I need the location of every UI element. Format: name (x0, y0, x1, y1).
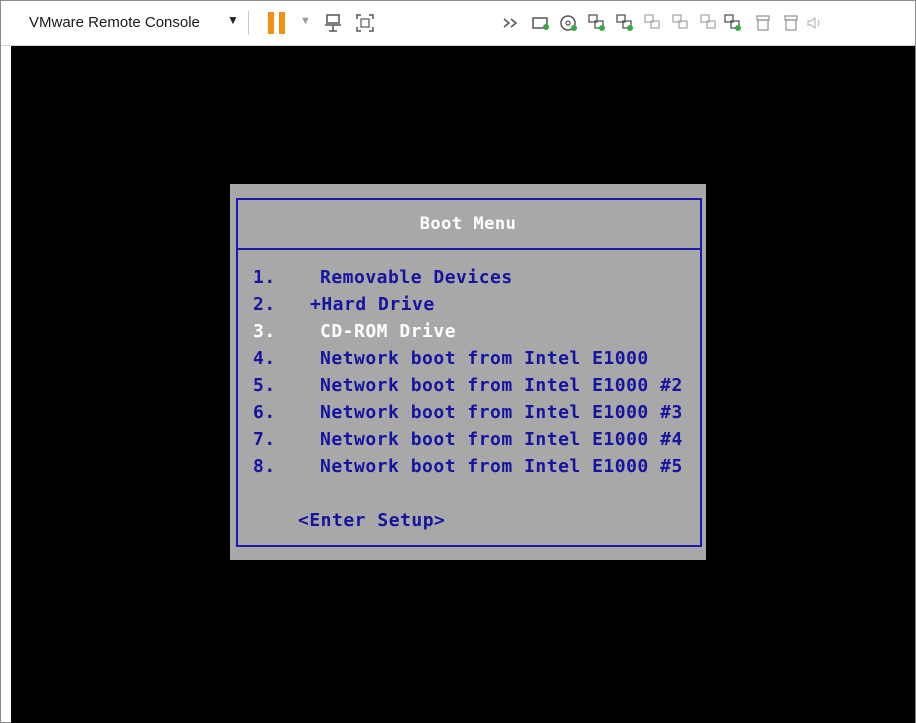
boot-menu-title: Boot Menu (419, 214, 517, 234)
usb-icon[interactable] (781, 13, 801, 33)
boot-menu-border (236, 198, 702, 547)
boot-item-removable-devices[interactable]: Removable Devices (320, 267, 513, 288)
boot-item-number: 2. (253, 294, 276, 315)
usb-icon[interactable] (753, 13, 773, 33)
boot-item-cd-rom-drive[interactable]: CD-ROM Drive (320, 321, 456, 342)
hard-disk-icon[interactable] (531, 13, 551, 33)
boot-item-number: 5. (253, 375, 276, 396)
boot-item-network-e1000-4[interactable]: Network boot from Intel E1000 #4 (320, 429, 683, 450)
toolbar: VMware Remote Console ▼ ▼ (1, 1, 915, 46)
boot-item-network-e1000-5[interactable]: Network boot from Intel E1000 #5 (320, 456, 683, 477)
network-adapter-icon[interactable] (723, 13, 743, 33)
boot-item-network-e1000[interactable]: Network boot from Intel E1000 (320, 348, 649, 369)
enter-setup-option[interactable]: <Enter Setup> (298, 510, 445, 531)
network-adapter-icon[interactable] (587, 13, 607, 33)
app-menu-title[interactable]: VMware Remote Console (29, 14, 200, 31)
fullscreen-icon[interactable] (355, 13, 375, 33)
network-adapter-icon[interactable] (671, 13, 691, 33)
boot-item-number: 6. (253, 402, 276, 423)
console-screen[interactable]: Boot Menu 1. Removable Devices 2. +Hard … (11, 46, 915, 723)
boot-item-number: 3. (253, 321, 276, 342)
cd-rom-icon[interactable] (559, 13, 579, 33)
boot-item-number: 8. (253, 456, 276, 477)
boot-menu-dialog: Boot Menu 1. Removable Devices 2. +Hard … (230, 184, 706, 560)
app-menu-caret-icon[interactable]: ▼ (227, 13, 239, 27)
toolbar-separator (248, 11, 249, 35)
sound-icon[interactable] (805, 13, 825, 33)
pause-icon[interactable] (268, 12, 286, 34)
more-icon[interactable] (501, 13, 521, 33)
boot-item-hard-drive[interactable]: +Hard Drive (310, 294, 435, 315)
power-menu-caret-icon[interactable]: ▼ (300, 15, 311, 27)
boot-menu-divider (236, 248, 702, 250)
network-adapter-icon[interactable] (699, 13, 719, 33)
vmrc-window: VMware Remote Console ▼ ▼ Boot Menu 1. R… (0, 0, 916, 723)
network-adapter-icon[interactable] (643, 13, 663, 33)
boot-item-number: 7. (253, 429, 276, 450)
send-ctrl-alt-del-icon[interactable] (323, 13, 343, 33)
boot-item-network-e1000-3[interactable]: Network boot from Intel E1000 #3 (320, 402, 683, 423)
boot-item-network-e1000-2[interactable]: Network boot from Intel E1000 #2 (320, 375, 683, 396)
boot-item-number: 1. (253, 267, 276, 288)
network-adapter-icon[interactable] (615, 13, 635, 33)
boot-item-number: 4. (253, 348, 276, 369)
